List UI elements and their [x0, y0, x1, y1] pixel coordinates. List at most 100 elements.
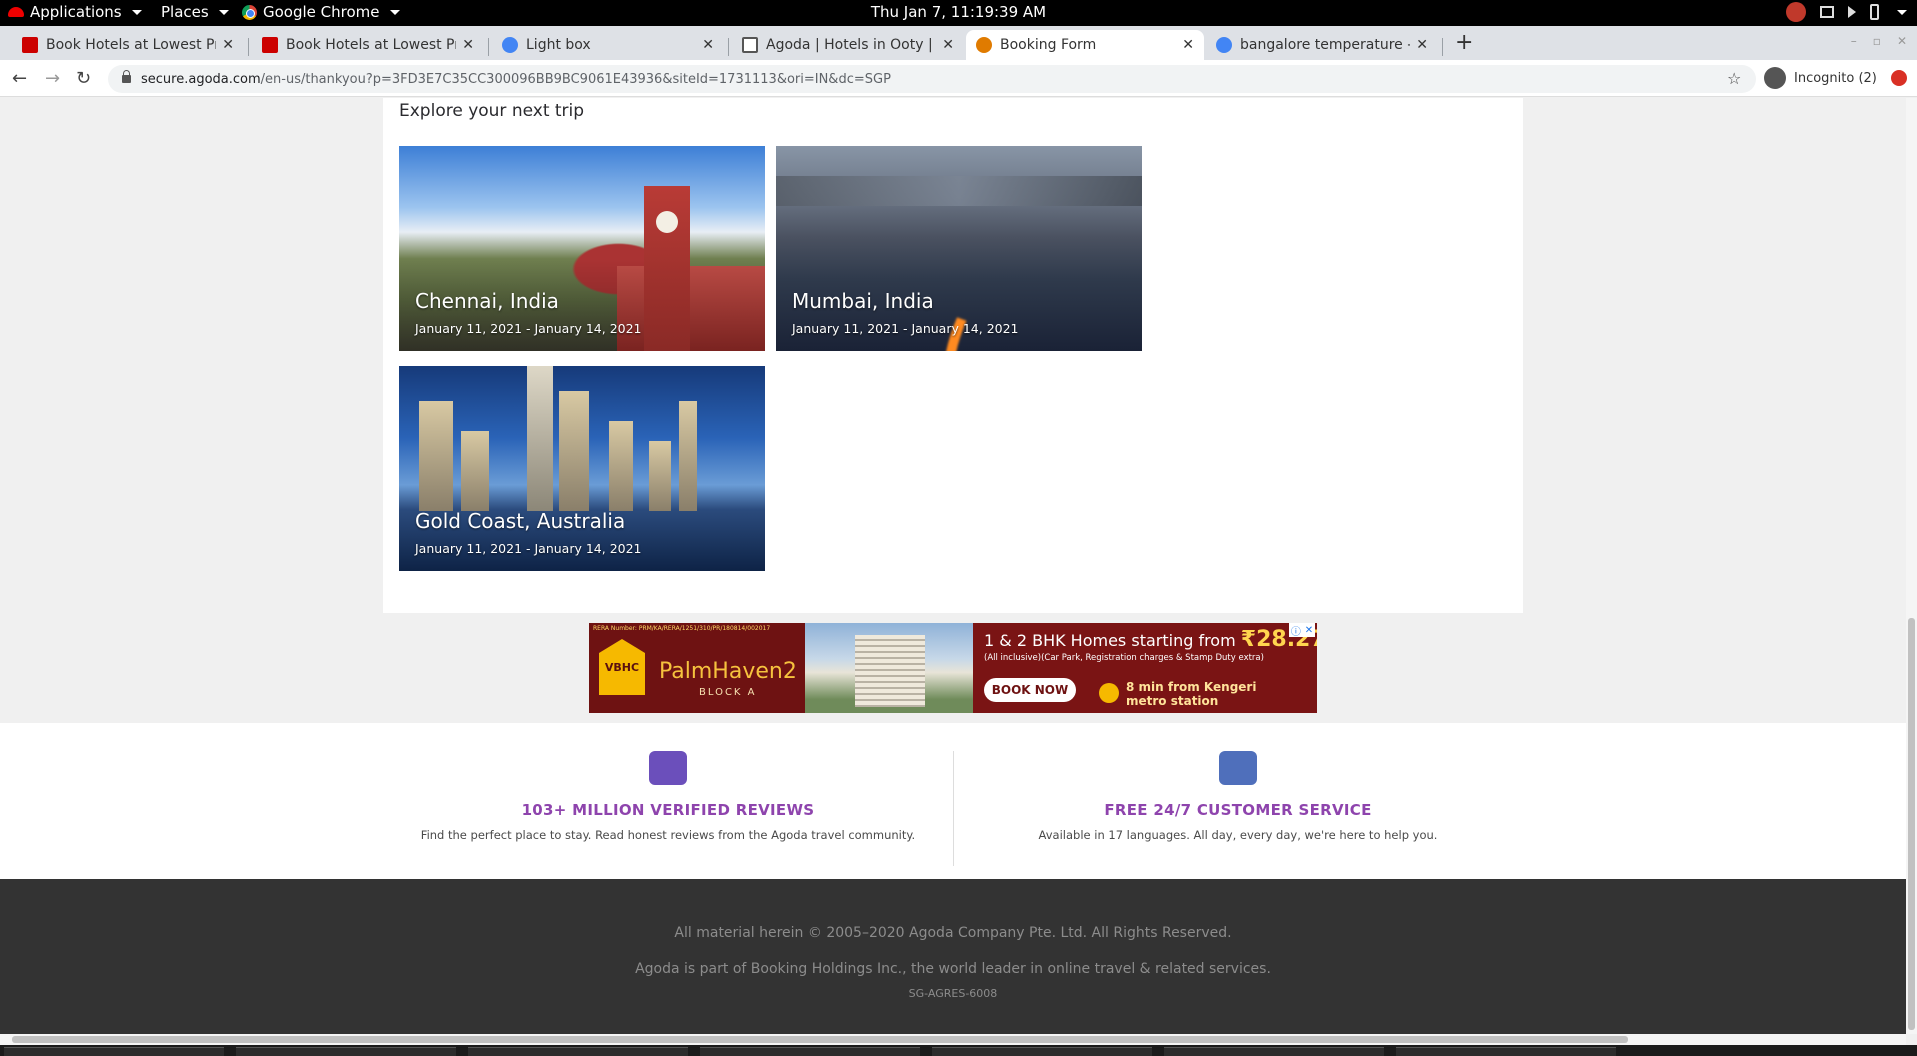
close-icon[interactable]: ✕ — [222, 37, 234, 53]
browser-tab-strip: Book Hotels at Lowest Pri ✕ Book Hotels … — [0, 26, 1917, 60]
customer-service-icon — [1219, 751, 1257, 785]
feature-customer-service: FREE 24/7 CUSTOMER SERVICE Available in … — [953, 723, 1523, 842]
url-host: secure.agoda.com — [141, 71, 261, 87]
taskbar-window[interactable] — [4, 1047, 224, 1056]
battery-icon[interactable] — [1870, 4, 1879, 20]
new-tab-button[interactable]: + — [1455, 30, 1473, 55]
scrollbar-thumb[interactable] — [12, 1036, 1628, 1043]
reviews-chat-icon — [649, 751, 687, 785]
close-icon[interactable]: ✕ — [462, 37, 474, 53]
incognito-icon — [1764, 67, 1786, 89]
system-clock[interactable]: Thu Jan 7, 11:19:39 AM — [0, 3, 1917, 21]
close-icon[interactable]: ✕ — [1182, 37, 1194, 53]
metro-icon — [1099, 683, 1119, 703]
feature-desc: Available in 17 languages. All day, ever… — [1038, 828, 1438, 842]
destination-card-chennai[interactable]: Chennai, India January 11, 2021 - Januar… — [399, 146, 765, 351]
address-bar[interactable]: secure.agoda.com /en-us/thankyou?p=3FD3E… — [108, 65, 1756, 93]
page-viewport: Explore your next trip Chennai, India Ja… — [0, 98, 1906, 1034]
agoda-favicon-icon — [742, 37, 758, 53]
tab-title: Booking Form — [1000, 37, 1097, 53]
incognito-label: Incognito (2) — [1794, 70, 1877, 86]
explore-title: Explore your next trip — [399, 101, 585, 121]
back-arrow-icon[interactable]: ← — [12, 68, 27, 89]
close-icon[interactable]: ✕ — [1416, 37, 1428, 53]
system-tray[interactable] — [1786, 2, 1907, 22]
close-window-icon[interactable]: ✕ — [1897, 34, 1907, 48]
tab-title: Agoda | Hotels in Ooty | B — [766, 37, 937, 53]
ad-info-icon[interactable]: ⓘ — [1291, 623, 1301, 638]
ad-subline: (All inclusive)(Car Park, Registration c… — [984, 653, 1264, 663]
ad-metro-info: 8 min from Kengeri metro station — [1126, 680, 1257, 708]
feature-title: FREE 24/7 CUSTOMER SERVICE — [1104, 801, 1372, 819]
minimize-icon[interactable]: – — [1851, 34, 1857, 48]
network-icon[interactable] — [1820, 6, 1834, 18]
destination-dates: January 11, 2021 - January 14, 2021 — [415, 541, 642, 556]
yatra-favicon-icon — [262, 37, 278, 53]
notification-icon[interactable] — [1786, 2, 1806, 22]
footer-copyright: All material herein © 2005–2020 Agoda Co… — [674, 925, 1232, 941]
close-icon[interactable]: ✕ — [1305, 625, 1313, 636]
features-strip: 103+ MILLION VERIFIED REVIEWS Find the p… — [0, 723, 1906, 879]
maximize-icon[interactable]: ▫ — [1873, 34, 1881, 48]
browser-tab-active[interactable]: Booking Form ✕ — [966, 30, 1204, 60]
ad-book-now-button[interactable]: BOOK NOW — [984, 678, 1076, 702]
taskbar-window[interactable] — [932, 1047, 1152, 1056]
destination-dates: January 11, 2021 - January 14, 2021 — [415, 321, 642, 336]
tab-title: Book Hotels at Lowest Pri — [46, 37, 217, 53]
taskbar-window[interactable] — [700, 1047, 920, 1056]
destination-city: Mumbai, India — [792, 289, 934, 313]
taskbar-window[interactable] — [1164, 1047, 1384, 1056]
forward-arrow-icon[interactable]: → — [45, 68, 60, 89]
close-icon[interactable]: ✕ — [702, 37, 714, 53]
bookmark-star-icon[interactable]: ☆ — [1727, 69, 1741, 88]
taskbar-window[interactable] — [468, 1047, 688, 1056]
browser-tab[interactable]: Agoda | Hotels in Ooty | B ✕ — [732, 30, 964, 60]
tab-title: Light box — [526, 37, 591, 53]
incognito-indicator[interactable]: Incognito (2) — [1764, 67, 1877, 89]
browser-tab[interactable]: Book Hotels at Lowest Pri ✕ — [12, 30, 244, 60]
taskbar-window[interactable] — [236, 1047, 456, 1056]
destination-city: Gold Coast, Australia — [415, 509, 626, 533]
ad-project-name: PalmHaven2 — [659, 659, 797, 684]
browser-tab[interactable]: bangalore temperature - G ✕ — [1206, 30, 1438, 60]
browser-toolbar: ← → ↻ secure.agoda.com /en-us/thankyou?p… — [0, 60, 1917, 97]
feature-reviews: 103+ MILLION VERIFIED REVIEWS Find the p… — [383, 723, 953, 842]
lightbox-favicon-icon — [502, 37, 518, 53]
ad-building-photo — [805, 623, 973, 713]
browser-tab[interactable]: Book Hotels at Lowest Pri ✕ — [252, 30, 484, 60]
destination-card-gold-coast[interactable]: Gold Coast, Australia January 11, 2021 -… — [399, 366, 765, 571]
destination-dates: January 11, 2021 - January 14, 2021 — [792, 321, 1019, 336]
vertical-scrollbar[interactable] — [1906, 98, 1917, 1034]
tab-title: bangalore temperature - G — [1240, 37, 1411, 53]
destination-card-mumbai[interactable]: Mumbai, India January 11, 2021 - January… — [776, 146, 1142, 351]
ad-headline: 1 & 2 BHK Homes starting from ₹28.27 lak… — [984, 627, 1317, 652]
footer-code: SG-AGRES-6008 — [908, 987, 998, 1000]
destination-city: Chennai, India — [415, 289, 559, 313]
page-footer: All material herein © 2005–2020 Agoda Co… — [0, 879, 1906, 1034]
window-taskbar — [0, 1045, 1917, 1056]
chevron-down-icon[interactable] — [1897, 9, 1907, 15]
close-icon[interactable]: ✕ — [942, 37, 954, 53]
agoda-favicon-icon — [976, 37, 992, 53]
window-controls: – ▫ ✕ — [1851, 34, 1907, 48]
horizontal-scrollbar[interactable] — [0, 1034, 1906, 1045]
google-favicon-icon — [1216, 37, 1232, 53]
lock-icon[interactable] — [122, 70, 131, 83]
ad-rera-number: RERA Number: PRM/KA/RERA/1251/310/PR/180… — [593, 625, 771, 632]
ad-choices-close[interactable]: ⓘ ✕ — [1289, 623, 1315, 638]
chrome-menu-update-icon[interactable] — [1891, 70, 1907, 86]
taskbar-window[interactable] — [1396, 1047, 1616, 1056]
footer-booking-holdings: Agoda is part of Booking Holdings Inc., … — [635, 961, 1271, 977]
reload-icon[interactable]: ↻ — [76, 68, 91, 89]
system-top-bar: Applications Places Google Chrome Thu Ja… — [0, 0, 1917, 26]
volume-icon[interactable] — [1848, 6, 1856, 18]
yatra-favicon-icon — [22, 37, 38, 53]
feature-title: 103+ MILLION VERIFIED REVIEWS — [521, 801, 815, 819]
explore-card: Explore your next trip Chennai, India Ja… — [383, 98, 1523, 613]
tab-title: Book Hotels at Lowest Pri — [286, 37, 457, 53]
ad-block-label: BLOCK A — [699, 687, 757, 698]
url-path: /en-us/thankyou?p=3FD3E7C35CC300096BB9BC… — [260, 71, 891, 87]
ad-banner[interactable]: RERA Number: PRM/KA/RERA/1251/310/PR/180… — [589, 623, 1317, 713]
browser-tab[interactable]: Light box ✕ — [492, 30, 724, 60]
scrollbar-thumb[interactable] — [1908, 618, 1915, 1030]
